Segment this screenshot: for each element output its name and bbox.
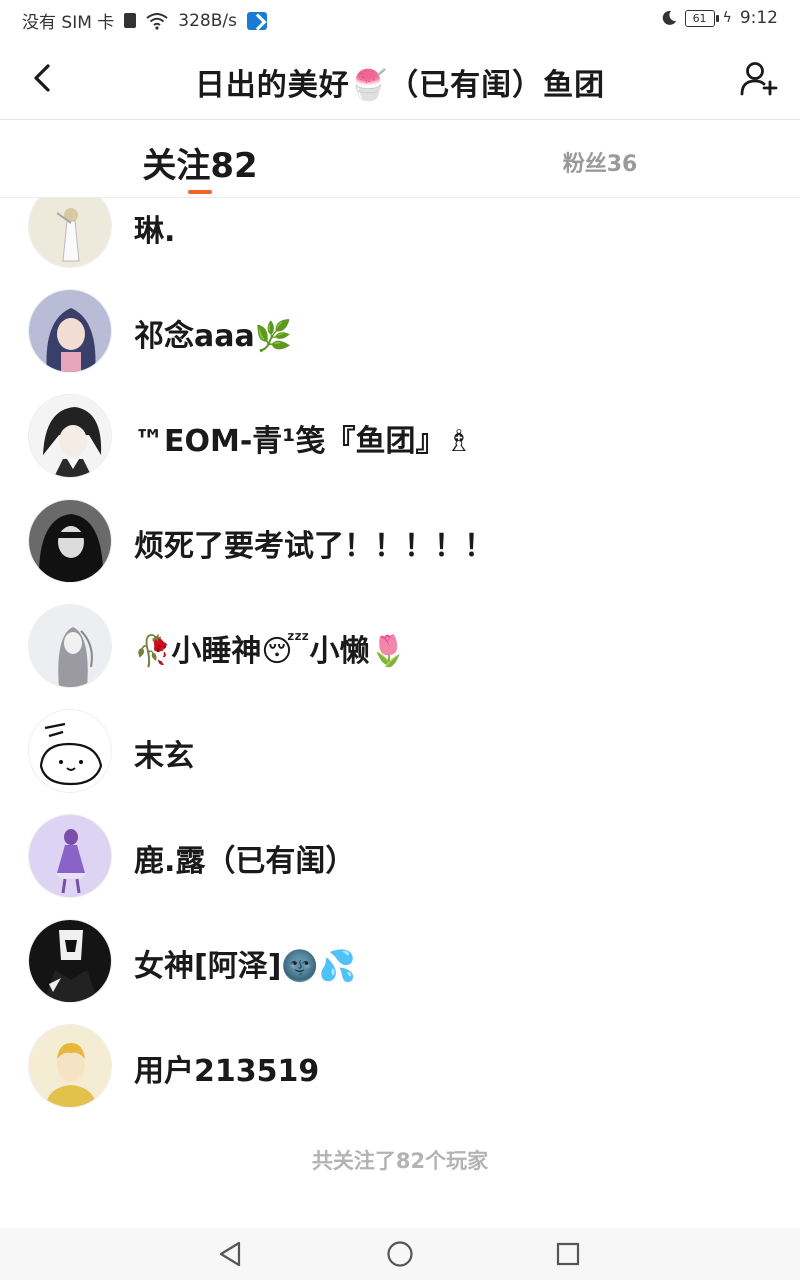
user-name: 祁念aaa🌿 (134, 319, 293, 354)
charging-icon: ϟ (722, 10, 732, 26)
avatar (28, 394, 112, 478)
header: 日出的美好🍧（已有闺）鱼团 (0, 40, 800, 120)
nav-recent-icon (556, 1242, 580, 1266)
list-item[interactable]: 祁念aaa🌿 (0, 278, 800, 383)
tab-fans-label: 粉丝36 (562, 152, 638, 177)
list-item[interactable]: 末玄 (0, 698, 800, 803)
following-count-summary: 共关注了82个玩家 (311, 1149, 489, 1173)
user-name: 用户213519 (134, 1054, 320, 1089)
list-item[interactable]: ™EOM-青¹笺『鱼团』♗ (0, 383, 800, 488)
nav-home-icon (387, 1241, 413, 1267)
app-notification-icon (246, 11, 267, 30)
status-bar: 没有 SIM 卡 328B/s 61 ϟ 9:12 (0, 0, 800, 38)
user-name: 烦死了要考试了！！！！！ (134, 529, 494, 564)
list-item[interactable]: 鹿.露（已有闺） (0, 803, 800, 908)
user-name: 🥀小睡神😴小懒🌷 (134, 634, 407, 669)
nav-back-button[interactable] (210, 1238, 250, 1270)
clock: 9:12 (739, 8, 778, 28)
avatar (28, 198, 112, 268)
avatar (28, 709, 112, 793)
moon-icon (661, 10, 677, 26)
user-name: 女神[阿泽]🌚💦 (134, 949, 357, 984)
user-name: 鹿.露（已有闺） (134, 844, 356, 879)
list-item[interactable]: 烦死了要考试了！！！！！ (0, 488, 800, 593)
tab-bar: 关注82 粉丝36 (0, 120, 800, 198)
system-nav-bar (0, 1228, 800, 1280)
add-user-button[interactable] (738, 58, 780, 100)
page-title: 日出的美好🍧（已有闺）鱼团 (194, 68, 606, 103)
network-speed: 328B/s (178, 10, 237, 31)
list-item[interactable]: 女神[阿泽]🌚💦 (0, 908, 800, 1013)
list-item[interactable]: 琳. (0, 198, 800, 278)
following-list: 琳. 祁念aaa🌿 ™EOM-青¹笺『鱼团』♗ 烦死了要考试了！！！！！ 🥀小睡… (0, 198, 800, 1228)
nav-home-button[interactable] (380, 1238, 420, 1270)
user-name: 末玄 (134, 739, 194, 774)
tab-fans[interactable]: 粉丝36 (500, 120, 700, 198)
avatar (28, 604, 112, 688)
avatar (28, 1024, 112, 1108)
user-name: ™EOM-青¹笺『鱼团』♗ (134, 424, 473, 459)
tab-following-label: 关注82 (142, 146, 258, 186)
list-item[interactable]: 🥀小睡神😴小懒🌷 (0, 593, 800, 698)
avatar (28, 919, 112, 1003)
battery-level: 61 (692, 11, 707, 25)
carrier-label: 没有 SIM 卡 (22, 13, 115, 33)
avatar (28, 499, 112, 583)
nav-back-icon (219, 1241, 241, 1267)
wifi-icon (146, 12, 168, 30)
sim-alert-icon (124, 13, 137, 28)
list-item[interactable]: 用户213519 (0, 1013, 800, 1118)
active-tab-indicator (188, 190, 212, 194)
avatar (28, 814, 112, 898)
nav-recent-button[interactable] (548, 1238, 588, 1270)
add-user-icon (740, 62, 778, 96)
avatar (28, 289, 112, 373)
tab-following[interactable]: 关注82 (100, 120, 300, 198)
user-name: 琳. (134, 214, 176, 249)
battery-icon: 61 (684, 9, 719, 27)
